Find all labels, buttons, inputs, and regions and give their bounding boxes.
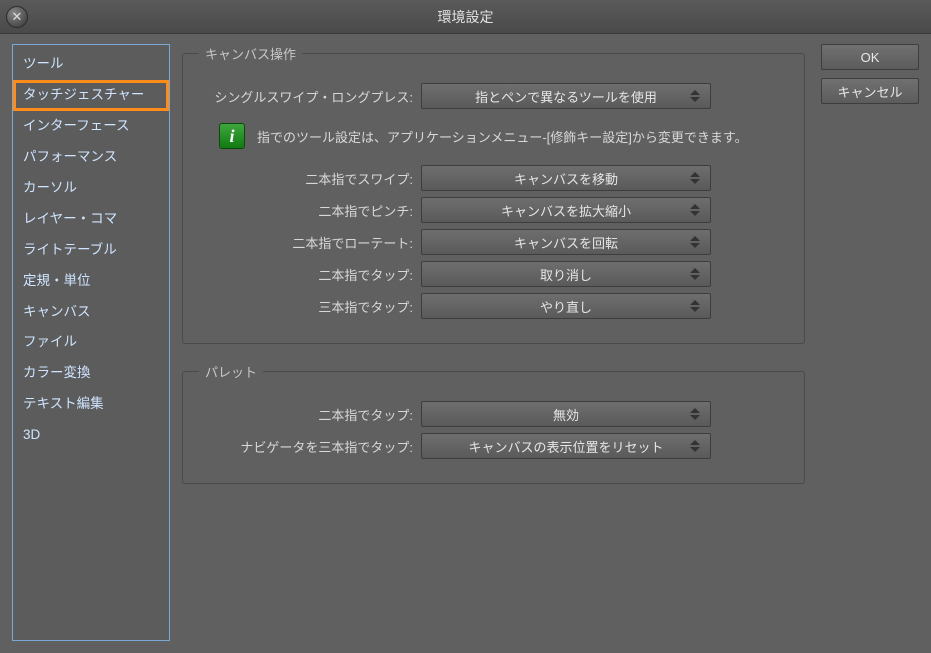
sidebar-item-label: ファイル — [23, 334, 77, 349]
titlebar: ✕ 環境設定 — [0, 0, 931, 34]
sidebar-item-performance[interactable]: パフォーマンス — [13, 142, 169, 173]
dropdown-two-finger-tap[interactable]: 取り消し — [421, 261, 711, 287]
dropdown-value: キャンバスを拡大縮小 — [501, 201, 631, 220]
sidebar-item-label: タッチジェスチャー — [23, 87, 144, 102]
label-two-finger-swipe: 二本指でスワイプ: — [199, 169, 421, 188]
sidebar-item-label: ライトテーブル — [23, 242, 117, 257]
dropdown-three-finger-tap[interactable]: やり直し — [421, 293, 711, 319]
sidebar-item-text-edit[interactable]: テキスト編集 — [13, 389, 169, 420]
sidebar-item-3d[interactable]: 3D — [13, 420, 169, 451]
sidebar-item-ruler-unit[interactable]: 定規・単位 — [13, 266, 169, 297]
chevron-updown-icon — [690, 434, 702, 458]
group-legend: パレット — [199, 362, 263, 381]
group-palette: パレット 二本指でタップ: 無効 ナビゲータを三本指でタップ: キャンバスの表示… — [182, 362, 805, 484]
chevron-updown-icon — [690, 262, 702, 286]
chevron-updown-icon — [690, 166, 702, 190]
cancel-button[interactable]: キャンセル — [821, 78, 919, 104]
info-text: 指でのツール設定は、アプリケーションメニュー-[修飾キー設定]から変更できます。 — [257, 127, 748, 146]
sidebar-item-touch-gesture[interactable]: タッチジェスチャー — [13, 80, 169, 111]
sidebar-item-label: パフォーマンス — [23, 149, 117, 164]
label-two-finger-rotate: 二本指でローテート: — [199, 233, 421, 252]
dropdown-navigator-three-tap[interactable]: キャンバスの表示位置をリセット — [421, 433, 711, 459]
sidebar-item-label: 3D — [23, 427, 40, 442]
dropdown-value: 無効 — [553, 405, 579, 424]
sidebar-item-label: インターフェース — [23, 118, 130, 133]
sidebar-item-label: カラー変換 — [23, 365, 91, 380]
label-navigator-three-tap: ナビゲータを三本指でタップ: — [199, 437, 421, 456]
sidebar-item-file[interactable]: ファイル — [13, 327, 169, 358]
chevron-updown-icon — [690, 402, 702, 426]
ok-button[interactable]: OK — [821, 44, 919, 70]
dropdown-value: 指とペンで異なるツールを使用 — [475, 87, 657, 106]
sidebar-item-label: 定規・単位 — [23, 273, 91, 288]
dropdown-single-swipe[interactable]: 指とペンで異なるツールを使用 — [421, 83, 711, 109]
dropdown-two-finger-rotate[interactable]: キャンバスを回転 — [421, 229, 711, 255]
info-icon: i — [219, 123, 245, 149]
close-icon[interactable]: ✕ — [6, 6, 28, 28]
group-legend: キャンバス操作 — [199, 44, 302, 63]
content: ツール タッチジェスチャー インターフェース パフォーマンス カーソル レイヤー… — [0, 34, 931, 653]
chevron-updown-icon — [690, 230, 702, 254]
label-two-finger-tap: 二本指でタップ: — [199, 265, 421, 284]
sidebar: ツール タッチジェスチャー インターフェース パフォーマンス カーソル レイヤー… — [12, 44, 170, 641]
sidebar-item-label: ツール — [23, 56, 64, 71]
dropdown-value: キャンバスの表示位置をリセット — [468, 437, 663, 456]
button-label: キャンセル — [837, 82, 902, 101]
sidebar-item-label: キャンバス — [23, 304, 91, 319]
sidebar-item-cursor[interactable]: カーソル — [13, 173, 169, 204]
chevron-updown-icon — [690, 84, 702, 108]
sidebar-item-label: カーソル — [23, 180, 77, 195]
sidebar-item-canvas[interactable]: キャンバス — [13, 297, 169, 328]
label-two-finger-pinch: 二本指でピンチ: — [199, 201, 421, 220]
dropdown-two-finger-swipe[interactable]: キャンバスを移動 — [421, 165, 711, 191]
chevron-updown-icon — [690, 294, 702, 318]
button-label: OK — [861, 50, 880, 65]
chevron-updown-icon — [690, 198, 702, 222]
dropdown-value: 取り消し — [540, 265, 592, 284]
dropdown-value: キャンバスを回転 — [514, 233, 618, 252]
label-single-swipe: シングルスワイプ・ロングプレス: — [199, 87, 421, 106]
group-canvas-operation: キャンバス操作 シングルスワイプ・ロングプレス: 指とペンで異なるツールを使用 … — [182, 44, 805, 344]
dropdown-value: やり直し — [540, 297, 592, 316]
sidebar-item-label: レイヤー・コマ — [23, 211, 117, 226]
dropdown-palette-two-tap[interactable]: 無効 — [421, 401, 711, 427]
label-three-finger-tap: 三本指でタップ: — [199, 297, 421, 316]
sidebar-item-label: テキスト編集 — [23, 396, 104, 411]
main-panel: OK キャンセル キャンバス操作 シングルスワイプ・ロングプレス: 指とペンで異… — [182, 44, 919, 641]
sidebar-item-interface[interactable]: インターフェース — [13, 111, 169, 142]
dropdown-two-finger-pinch[interactable]: キャンバスを拡大縮小 — [421, 197, 711, 223]
label-palette-two-tap: 二本指でタップ: — [199, 405, 421, 424]
sidebar-item-tool[interactable]: ツール — [13, 49, 169, 80]
sidebar-item-light-table[interactable]: ライトテーブル — [13, 235, 169, 266]
dropdown-value: キャンバスを移動 — [514, 169, 618, 188]
dialog-buttons: OK キャンセル — [821, 44, 919, 104]
sidebar-item-layer-frame[interactable]: レイヤー・コマ — [13, 204, 169, 235]
window-title: 環境設定 — [438, 7, 494, 27]
sidebar-item-color-conversion[interactable]: カラー変換 — [13, 358, 169, 389]
